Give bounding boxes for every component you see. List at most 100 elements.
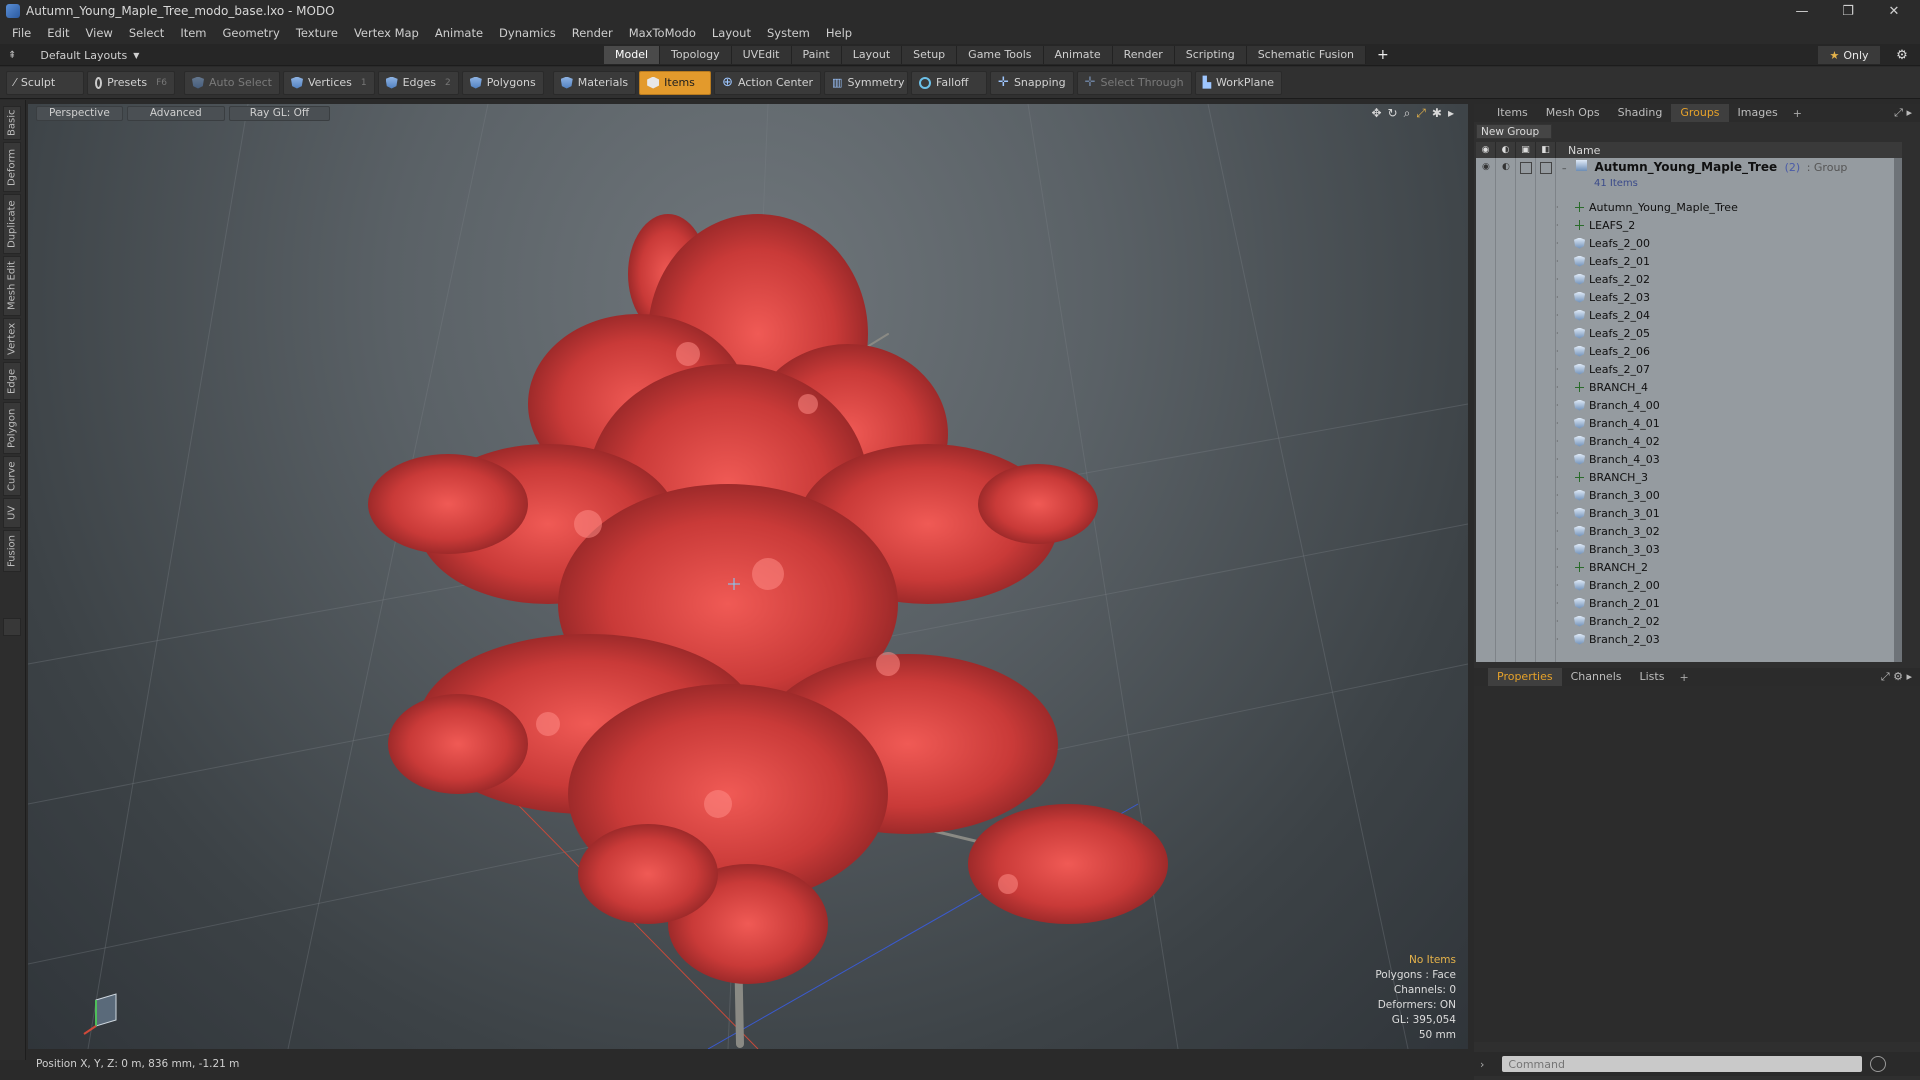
symmetry-button[interactable]: ▥ Symmetry bbox=[824, 70, 909, 95]
command-clear-icon[interactable] bbox=[1870, 1056, 1887, 1072]
list-item[interactable]: · Leafs_2_06 bbox=[1556, 342, 1650, 360]
group-select-checkbox[interactable] bbox=[1540, 162, 1552, 174]
menu-edit[interactable]: Edit bbox=[39, 22, 77, 44]
list-item[interactable]: · Leafs_2_07 bbox=[1556, 360, 1650, 378]
menu-item[interactable]: Item bbox=[172, 22, 214, 44]
list-item[interactable]: · Branch_2_03 bbox=[1556, 630, 1660, 648]
list-item[interactable]: · BRANCH_4 bbox=[1556, 378, 1648, 396]
menu-texture[interactable]: Texture bbox=[288, 22, 346, 44]
add-tab-button[interactable]: + bbox=[1366, 46, 1400, 64]
tab-items[interactable]: Items bbox=[1488, 104, 1537, 122]
menu-layout[interactable]: Layout bbox=[704, 22, 759, 44]
list-scrollbar[interactable] bbox=[1894, 158, 1902, 662]
polygons-button[interactable]: Polygons bbox=[461, 70, 544, 95]
3d-viewport[interactable]: Perspective Advanced Ray GL: Off ✥ ↻ ⌕ ⤢… bbox=[28, 104, 1468, 1049]
vertices-button[interactable]: Vertices 1 bbox=[282, 70, 375, 95]
vtab-deform[interactable]: Deform bbox=[3, 142, 21, 192]
workplane-button[interactable]: ▙ WorkPlane bbox=[1194, 70, 1283, 95]
vtab-polygon[interactable]: Polygon bbox=[3, 402, 21, 454]
tab-paint[interactable]: Paint bbox=[791, 46, 842, 64]
group-render-icon[interactable]: ◐ bbox=[1502, 162, 1510, 172]
zoom-icon[interactable]: ⌕ bbox=[1404, 106, 1411, 121]
menu-help[interactable]: Help bbox=[818, 22, 860, 44]
new-group-button[interactable]: New Group bbox=[1476, 124, 1552, 139]
list-item[interactable]: · Branch_3_00 bbox=[1556, 486, 1660, 504]
tab-shading[interactable]: Shading bbox=[1609, 104, 1672, 122]
vtab-edge[interactable]: Edge bbox=[3, 362, 21, 400]
sculpt-button[interactable]: ⁄ Sculpt bbox=[6, 70, 84, 95]
list-item[interactable]: · LEAFS_2 bbox=[1556, 216, 1635, 234]
tab-images[interactable]: Images bbox=[1729, 104, 1787, 122]
vtab-mesh-edit[interactable]: Mesh Edit bbox=[3, 256, 21, 316]
menu-geometry[interactable]: Geometry bbox=[215, 22, 288, 44]
auto-select-button[interactable]: Auto Select bbox=[184, 70, 280, 95]
list-item[interactable]: · Branch_4_01 bbox=[1556, 414, 1660, 432]
tab-animate[interactable]: Animate bbox=[1043, 46, 1113, 64]
items-button[interactable]: Items bbox=[639, 70, 712, 95]
pan-icon[interactable]: ✥ bbox=[1371, 106, 1381, 121]
vtab-vertex[interactable]: Vertex bbox=[3, 318, 21, 360]
list-item[interactable]: · Leafs_2_04 bbox=[1556, 306, 1650, 324]
add-tab-icon[interactable]: + bbox=[1787, 107, 1808, 120]
list-item[interactable]: · Branch_3_02 bbox=[1556, 522, 1660, 540]
perspective-button[interactable]: Perspective bbox=[36, 106, 123, 121]
tab-properties[interactable]: Properties bbox=[1488, 668, 1562, 686]
menu-animate[interactable]: Animate bbox=[427, 22, 491, 44]
menu-view[interactable]: View bbox=[78, 22, 121, 44]
tab-uvedit[interactable]: UVEdit bbox=[731, 46, 792, 64]
group-lock-checkbox[interactable] bbox=[1520, 162, 1532, 174]
menu-vertex-map[interactable]: Vertex Map bbox=[346, 22, 427, 44]
tab-layout[interactable]: Layout bbox=[841, 46, 903, 64]
list-item[interactable]: · Branch_2_02 bbox=[1556, 612, 1660, 630]
list-item[interactable]: · BRANCH_2 bbox=[1556, 558, 1648, 576]
menu-dynamics[interactable]: Dynamics bbox=[491, 22, 564, 44]
list-item[interactable]: · Branch_4_03 bbox=[1556, 450, 1660, 468]
raygl-button[interactable]: Ray GL: Off bbox=[228, 106, 331, 121]
vtab-uv[interactable]: UV bbox=[3, 498, 21, 528]
menu-file[interactable]: File bbox=[4, 22, 39, 44]
vtab-duplicate[interactable]: Duplicate bbox=[3, 194, 21, 254]
properties-expand-icon[interactable]: ⤢ ⚙ ▸ bbox=[1881, 670, 1912, 684]
select-through-button[interactable]: ✛ Select Through bbox=[1076, 70, 1192, 95]
list-item[interactable]: · Branch_2_00 bbox=[1556, 576, 1660, 594]
tab-model[interactable]: Model bbox=[604, 46, 661, 64]
tab-setup[interactable]: Setup bbox=[902, 46, 958, 64]
only-button[interactable]: ★ Only bbox=[1818, 46, 1880, 64]
snapping-button[interactable]: ✛ Snapping bbox=[990, 70, 1074, 95]
list-item[interactable]: · Branch_4_02 bbox=[1556, 432, 1660, 450]
materials-button[interactable]: Materials bbox=[552, 70, 637, 95]
list-item[interactable]: · Leafs_2_03 bbox=[1556, 288, 1650, 306]
menu-system[interactable]: System bbox=[759, 22, 818, 44]
edges-button[interactable]: Edges 2 bbox=[377, 70, 459, 95]
tab-scripting[interactable]: Scripting bbox=[1174, 46, 1247, 64]
close-button[interactable]: ✕ bbox=[1872, 0, 1916, 22]
list-item[interactable]: · Autumn_Young_Maple_Tree bbox=[1556, 198, 1738, 216]
panel-toggle-icon[interactable] bbox=[3, 618, 21, 636]
select-column-icon[interactable]: ◧ bbox=[1536, 142, 1556, 158]
visibility-column-icon[interactable]: ◉ bbox=[1476, 142, 1496, 158]
list-item[interactable]: · Branch_4_00 bbox=[1556, 396, 1660, 414]
tab-render[interactable]: Render bbox=[1112, 46, 1175, 64]
group-visibility-icon[interactable]: ◉ bbox=[1482, 162, 1490, 172]
tab-game-tools[interactable]: Game Tools bbox=[957, 46, 1044, 64]
tab-mesh-ops[interactable]: Mesh Ops bbox=[1537, 104, 1609, 122]
action-center-button[interactable]: ⊕ Action Center bbox=[714, 70, 822, 95]
vtab-fusion[interactable]: Fusion bbox=[3, 530, 21, 572]
tab-channels[interactable]: Channels bbox=[1562, 668, 1631, 686]
layout-dropdown[interactable]: ⇞ Default Layouts ▼ bbox=[8, 44, 139, 66]
viewport-settings-icon[interactable]: ✱ bbox=[1432, 106, 1442, 121]
list-item[interactable]: · BRANCH_3 bbox=[1556, 468, 1648, 486]
expand-arrow-icon[interactable]: ▸ bbox=[1448, 106, 1454, 121]
list-item[interactable]: · Leafs_2_02 bbox=[1556, 270, 1650, 288]
lock-column-icon[interactable]: ▣ bbox=[1516, 142, 1536, 158]
menu-maxtomodo[interactable]: MaxToModo bbox=[621, 22, 704, 44]
advanced-button[interactable]: Advanced bbox=[126, 106, 225, 121]
vtab-basic[interactable]: Basic bbox=[3, 106, 21, 140]
falloff-button[interactable]: Falloff bbox=[911, 70, 988, 95]
command-input[interactable] bbox=[1502, 1056, 1863, 1072]
presets-button[interactable]: Presets F6 bbox=[87, 70, 175, 95]
list-item[interactable]: · Leafs_2_01 bbox=[1556, 252, 1650, 270]
fit-icon[interactable]: ⤢ bbox=[1416, 106, 1426, 121]
panel-expand-icon[interactable]: ⤢ ▸ bbox=[1894, 106, 1912, 120]
tab-topology[interactable]: Topology bbox=[660, 46, 732, 64]
